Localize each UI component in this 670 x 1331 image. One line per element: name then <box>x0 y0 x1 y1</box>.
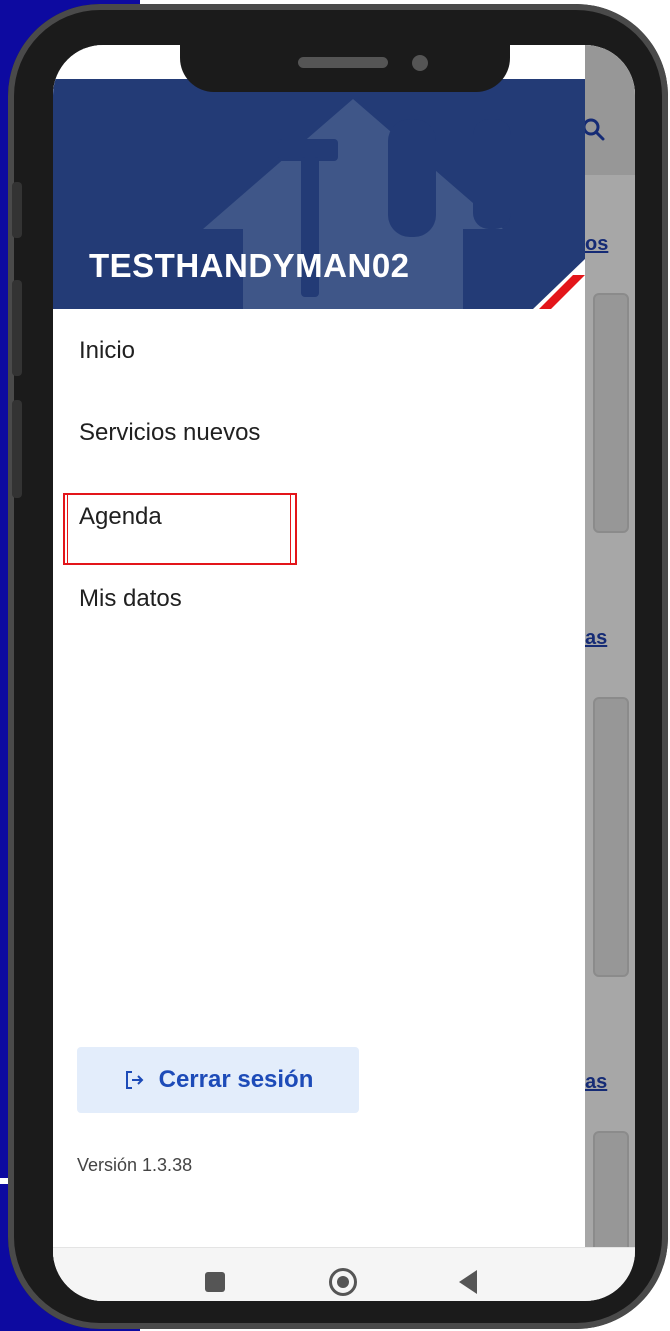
navigation-drawer: TESTHANDYMAN02 Inicio Servicios nuevos A… <box>53 45 585 1301</box>
menu-item-inicio[interactable]: Inicio <box>79 337 135 365</box>
phone-volume-up <box>12 280 22 376</box>
recents-icon[interactable] <box>205 1272 225 1292</box>
menu-item-mis-datos[interactable]: Mis datos <box>79 585 182 613</box>
logout-button[interactable]: Cerrar sesión <box>77 1047 359 1113</box>
phone-side-button <box>12 182 22 238</box>
menu-item-agenda[interactable]: Agenda <box>79 503 162 531</box>
speaker <box>298 57 388 68</box>
camera <box>412 55 428 71</box>
menu-item-servicios-nuevos[interactable]: Servicios nuevos <box>79 419 260 447</box>
logout-icon <box>125 1071 144 1089</box>
phone-notch <box>180 44 510 92</box>
app-version: Versión 1.3.38 <box>77 1155 193 1175</box>
phone-volume-down <box>12 400 22 498</box>
logout-label: Cerrar sesión <box>158 1066 314 1093</box>
drawer-username: TESTHANDYMAN02 <box>89 247 410 284</box>
phone-screen: os as as TESTHANDYMAN02 Inicio Servicios… <box>53 45 635 1301</box>
system-nav-bar <box>53 1247 635 1301</box>
home-icon[interactable] <box>329 1268 357 1296</box>
drawer-header: TESTHANDYMAN02 <box>53 79 585 309</box>
back-icon[interactable] <box>459 1270 477 1294</box>
